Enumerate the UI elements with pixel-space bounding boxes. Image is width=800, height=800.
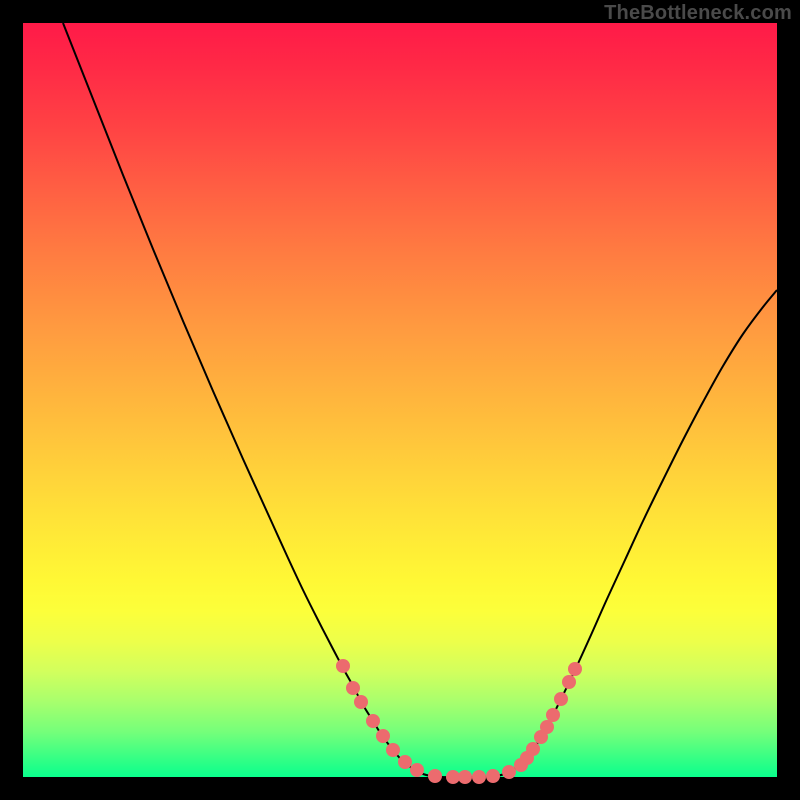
marker-dot — [376, 729, 390, 743]
marker-dot — [526, 742, 540, 756]
marker-dot — [562, 675, 576, 689]
marker-dot — [486, 769, 500, 783]
markers-right — [502, 662, 582, 779]
marker-dot — [410, 763, 424, 777]
markers-left — [336, 659, 500, 784]
marker-dot — [554, 692, 568, 706]
watermark-text: TheBottleneck.com — [604, 2, 792, 25]
marker-dot — [366, 714, 380, 728]
plot-area — [23, 23, 777, 777]
marker-dot — [346, 681, 360, 695]
marker-dot — [386, 743, 400, 757]
marker-dot — [336, 659, 350, 673]
marker-dot — [446, 770, 460, 784]
marker-dot — [568, 662, 582, 676]
bottleneck-curve — [63, 23, 777, 777]
marker-dot — [428, 769, 442, 783]
marker-dot — [540, 720, 554, 734]
marker-dot — [502, 765, 516, 779]
marker-dot — [354, 695, 368, 709]
marker-dot — [472, 770, 486, 784]
marker-dot — [398, 755, 412, 769]
chart-frame: TheBottleneck.com — [0, 0, 800, 800]
marker-dot — [458, 770, 472, 784]
marker-dot — [546, 708, 560, 722]
curve-layer — [23, 23, 777, 777]
